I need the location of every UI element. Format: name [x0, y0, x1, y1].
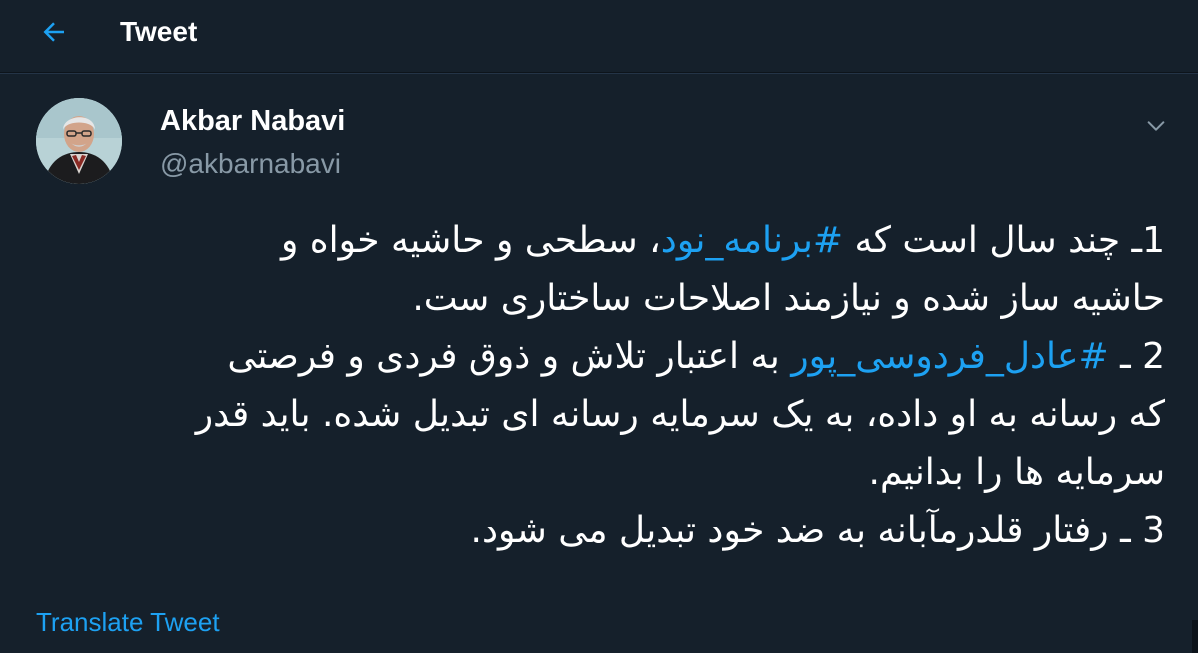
tweet-text-segment: 2 ـ	[1108, 336, 1165, 377]
author-handle[interactable]: @akbarnabavi	[160, 146, 341, 182]
tweet-line: سرمایه ها را بدانیم.	[40, 444, 1165, 502]
tweet-text-segment: 3 ـ رفتار قلدرمآبانه به ضد خود تبدیل می …	[470, 510, 1165, 551]
tweet-menu-button[interactable]	[1140, 110, 1172, 142]
chevron-down-icon	[1147, 121, 1165, 131]
translate-tweet-link[interactable]: Translate Tweet	[36, 606, 220, 638]
page-title: Tweet	[120, 16, 198, 47]
avatar[interactable]	[36, 98, 122, 184]
tweet-text-segment: سرمایه ها را بدانیم.	[868, 452, 1165, 493]
tweet-line: 1ـ چند سال است که #برنامه_نود، سطحی و حا…	[40, 212, 1165, 270]
back-button[interactable]	[36, 14, 72, 50]
hashtag-link[interactable]: #برنامه_نود	[661, 220, 843, 261]
author-display-name[interactable]: Akbar Nabavi	[160, 103, 345, 139]
top-bar: Tweet	[0, 0, 1198, 73]
tweet-text-segment: که رسانه به او داده، به یک سرمایه رسانه …	[195, 394, 1165, 435]
tweet-text-segment: 1ـ چند سال است که	[843, 220, 1166, 261]
tweet-text-segment: حاشیه ساز شده و نیازمند اصلاحات ساختاری …	[412, 278, 1165, 319]
tweet-text-segment: ، سطحی و حاشیه خواه و	[280, 220, 661, 261]
hashtag-link[interactable]: #عادل_فردوسی_پور	[791, 336, 1108, 377]
tweet-line: حاشیه ساز شده و نیازمند اصلاحات ساختاری …	[40, 270, 1165, 328]
tweet-text-segment: به اعتبار تلاش و ذوق فردی و فرصتی	[227, 336, 792, 377]
tweet-text: 1ـ چند سال است که #برنامه_نود، سطحی و حا…	[40, 212, 1165, 560]
tweet-line: 2 ـ #عادل_فردوسی_پور به اعتبار تلاش و ذو…	[40, 328, 1165, 386]
profile-photo	[36, 98, 122, 184]
tweet-line: که رسانه به او داده، به یک سرمایه رسانه …	[40, 386, 1165, 444]
scrollbar-track[interactable]	[1192, 620, 1198, 653]
tweet-line: 3 ـ رفتار قلدرمآبانه به ضد خود تبدیل می …	[40, 502, 1165, 560]
arrow-left-icon	[43, 22, 64, 42]
